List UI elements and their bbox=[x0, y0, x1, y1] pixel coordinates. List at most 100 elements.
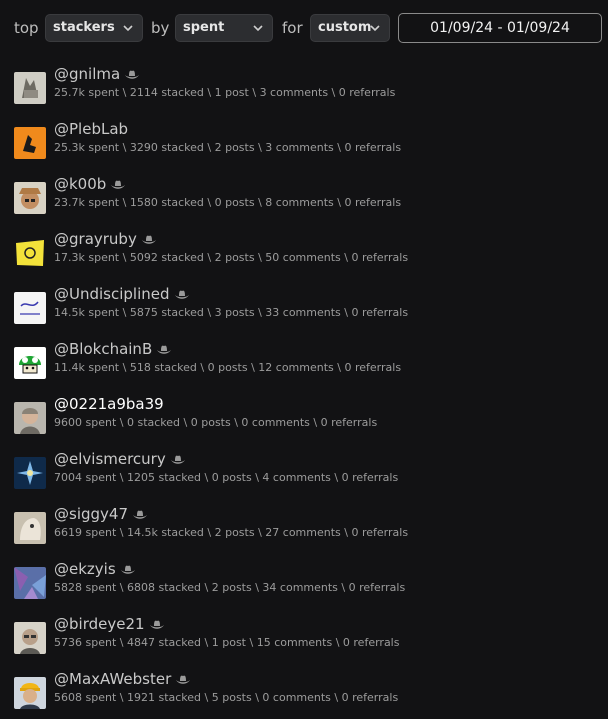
date-range-input[interactable]: 01/09/24 - 01/09/24 bbox=[398, 13, 602, 43]
comments-stat: 34 comments bbox=[262, 581, 338, 594]
cowboy-hat-icon bbox=[174, 290, 189, 299]
user-stats: 5736 spent \ 4847 stacked \ 1 post \ 15 … bbox=[54, 636, 400, 649]
comments-stat: 27 comments bbox=[265, 526, 341, 539]
avatar[interactable] bbox=[14, 347, 46, 379]
list-item: @gnilma 25.7k spent \ 2114 stacked \ 1 p… bbox=[14, 64, 604, 114]
stacked-stat: 0 stacked bbox=[126, 416, 181, 429]
posts-stat: 0 posts bbox=[214, 196, 255, 209]
list-item: @BlokchainB 11.4k spent \ 518 stacked \ … bbox=[14, 339, 604, 389]
referrals-stat: 0 referrals bbox=[351, 251, 409, 264]
avatar[interactable] bbox=[14, 457, 46, 489]
posts-stat: 0 posts bbox=[211, 471, 252, 484]
referrals-stat: 0 referrals bbox=[341, 691, 399, 704]
stacked-stat: 1580 stacked bbox=[129, 196, 204, 209]
posts-stat: 0 posts bbox=[190, 416, 231, 429]
spent-stat: 17.3k spent bbox=[54, 251, 120, 264]
list-item: @Undisciplined 14.5k spent \ 5875 stacke… bbox=[14, 284, 604, 334]
user-stats: 5608 spent \ 1921 stacked \ 5 posts \ 0 … bbox=[54, 691, 399, 704]
sort-select-value: spent bbox=[183, 20, 225, 35]
comments-stat: 33 comments bbox=[265, 306, 341, 319]
username-link[interactable]: @k00b bbox=[54, 174, 126, 194]
username-link[interactable]: @ekzyis bbox=[54, 559, 135, 579]
username: @elvismercury bbox=[54, 450, 166, 468]
comments-stat: 8 comments bbox=[265, 196, 334, 209]
list-item: @elvismercury 7004 spent \ 1205 stacked … bbox=[14, 449, 604, 499]
user-stats: 11.4k spent \ 518 stacked \ 0 posts \ 12… bbox=[54, 361, 402, 374]
stacked-stat: 518 stacked bbox=[129, 361, 197, 374]
username: @ekzyis bbox=[54, 560, 116, 578]
avatar[interactable] bbox=[14, 292, 46, 324]
cowboy-hat-icon bbox=[125, 70, 140, 79]
avatar[interactable] bbox=[14, 567, 46, 599]
posts-stat: 3 posts bbox=[214, 306, 255, 319]
range-select[interactable]: custom bbox=[310, 14, 390, 42]
referrals-stat: 0 referrals bbox=[348, 581, 406, 594]
username: @BlokchainB bbox=[54, 340, 153, 358]
username-link[interactable]: @BlokchainB bbox=[54, 339, 172, 359]
list-item: @siggy47 6619 spent \ 14.5k stacked \ 2 … bbox=[14, 504, 604, 554]
cowboy-hat-icon bbox=[176, 675, 191, 684]
comments-stat: 0 comments bbox=[262, 691, 331, 704]
username-link[interactable]: @0221a9ba39 bbox=[54, 394, 164, 414]
referrals-stat: 0 referrals bbox=[344, 196, 402, 209]
cowboy-hat-icon bbox=[149, 620, 164, 629]
user-stats: 6619 spent \ 14.5k stacked \ 2 posts \ 2… bbox=[54, 526, 409, 539]
chevron-down-icon bbox=[123, 25, 133, 32]
username-link[interactable]: @birdeye21 bbox=[54, 614, 164, 634]
avatar[interactable] bbox=[14, 677, 46, 709]
chevron-down-icon bbox=[370, 25, 380, 32]
username-link[interactable]: @Undisciplined bbox=[54, 284, 189, 304]
spent-stat: 5608 spent bbox=[54, 691, 117, 704]
username: @k00b bbox=[54, 175, 107, 193]
posts-stat: 2 posts bbox=[214, 251, 255, 264]
user-stats: 23.7k spent \ 1580 stacked \ 0 posts \ 8… bbox=[54, 196, 402, 209]
by-label: by bbox=[151, 19, 170, 37]
stacked-stat: 5875 stacked bbox=[129, 306, 204, 319]
chevron-down-icon bbox=[253, 25, 263, 32]
list-item: @k00b 23.7k spent \ 1580 stacked \ 0 pos… bbox=[14, 174, 604, 224]
username-link[interactable]: @PlebLab bbox=[54, 119, 128, 139]
username-link[interactable]: @siggy47 bbox=[54, 504, 147, 524]
list-item: @PlebLab 25.3k spent \ 3290 stacked \ 2 … bbox=[14, 119, 604, 169]
username-link[interactable]: @gnilma bbox=[54, 64, 140, 84]
referrals-stat: 0 referrals bbox=[344, 361, 402, 374]
cowboy-hat-icon bbox=[133, 510, 147, 519]
list-item: @grayruby 17.3k spent \ 5092 stacked \ 2… bbox=[14, 229, 604, 279]
filter-bar: top stackers by spent for custom 01/09/2… bbox=[0, 0, 608, 56]
avatar[interactable] bbox=[14, 512, 46, 544]
username: @MaxAWebster bbox=[54, 670, 172, 688]
posts-stat: 5 posts bbox=[211, 691, 252, 704]
username-link[interactable]: @grayruby bbox=[54, 229, 156, 249]
spent-stat: 25.7k spent bbox=[54, 86, 120, 99]
cowboy-hat-icon bbox=[141, 235, 156, 244]
avatar[interactable] bbox=[14, 622, 46, 654]
cowboy-hat-icon bbox=[120, 565, 135, 574]
avatar[interactable] bbox=[14, 72, 46, 104]
referrals-stat: 0 referrals bbox=[341, 471, 399, 484]
comments-stat: 50 comments bbox=[265, 251, 341, 264]
username: @0221a9ba39 bbox=[54, 395, 164, 413]
avatar[interactable] bbox=[14, 182, 46, 214]
spent-stat: 5736 spent bbox=[54, 636, 117, 649]
comments-stat: 3 comments bbox=[265, 141, 334, 154]
username-link[interactable]: @MaxAWebster bbox=[54, 669, 191, 689]
comments-stat: 4 comments bbox=[262, 471, 331, 484]
comments-stat: 15 comments bbox=[256, 636, 333, 649]
spent-stat: 23.7k spent bbox=[54, 196, 120, 209]
user-stats: 25.7k spent \ 2114 stacked \ 1 post \ 3 … bbox=[54, 86, 396, 99]
avatar[interactable] bbox=[14, 402, 46, 434]
type-select[interactable]: stackers bbox=[45, 14, 143, 42]
referrals-stat: 0 referrals bbox=[351, 306, 409, 319]
sort-select[interactable]: spent bbox=[175, 14, 273, 42]
username: @PlebLab bbox=[54, 120, 129, 138]
type-select-value: stackers bbox=[53, 20, 115, 35]
spent-stat: 7004 spent bbox=[54, 471, 117, 484]
posts-stat: 0 posts bbox=[207, 361, 248, 374]
user-stats: 5828 spent \ 6808 stacked \ 2 posts \ 34… bbox=[54, 581, 406, 594]
username: @Undisciplined bbox=[54, 285, 170, 303]
avatar[interactable] bbox=[14, 127, 46, 159]
user-stats: 17.3k spent \ 5092 stacked \ 2 posts \ 5… bbox=[54, 251, 409, 264]
avatar[interactable] bbox=[14, 237, 46, 269]
spent-stat: 11.4k spent bbox=[54, 361, 120, 374]
username-link[interactable]: @elvismercury bbox=[54, 449, 185, 469]
